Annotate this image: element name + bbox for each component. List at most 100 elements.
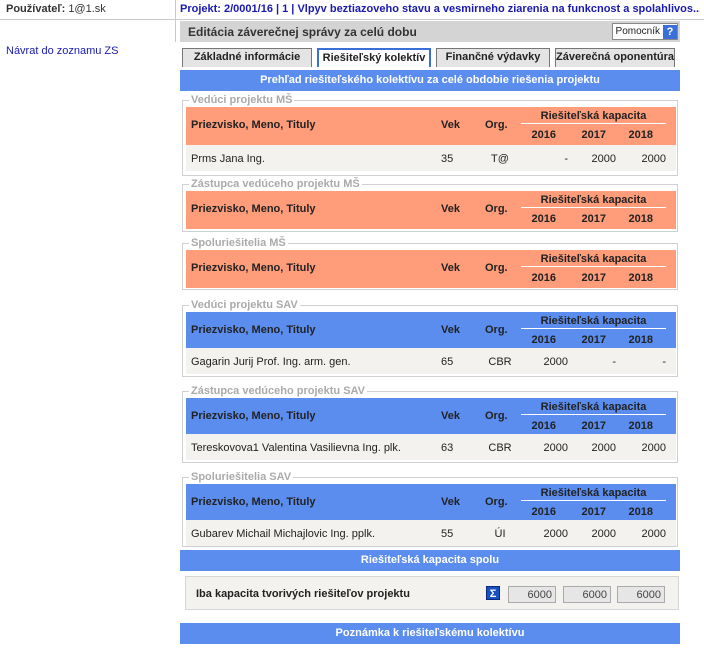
col-year-2017: 2017: [581, 420, 606, 432]
col-year-2018: 2018: [628, 129, 653, 141]
col-year-2016: 2016: [531, 272, 556, 284]
capacity-2017: 2000: [591, 153, 616, 165]
col-age: Vek: [441, 410, 460, 422]
section-coresearchers-ms: Spoluriešitelia MŠ Priezvisko, Meno, Tit…: [182, 237, 678, 290]
section-leader-sav: Vedúci projektu SAV Priezvisko, Meno, Ti…: [182, 299, 678, 377]
tab-basic-info[interactable]: Základné informácie: [182, 48, 312, 67]
col-year-2017: 2017: [581, 334, 606, 346]
capacity-total-2018[interactable]: [617, 586, 665, 603]
col-year-2018: 2018: [628, 213, 653, 225]
page-title: Editácia záverečnej správy za celú dobu: [188, 25, 417, 39]
col-year-2017: 2017: [581, 506, 606, 518]
capacity-2018: 2000: [641, 528, 666, 540]
col-capacity: Riešiteľská kapacita: [540, 487, 647, 499]
capacity-divider: [521, 500, 666, 501]
table-row[interactable]: Tereskovova1 Valentina Vasilievna Ing. p…: [186, 434, 676, 460]
table-row[interactable]: Prms Jana Ing. 35 T@ - 2000 2000: [186, 145, 676, 171]
back-to-list-link[interactable]: Návrat do zoznamu ZS: [6, 45, 119, 57]
help-button[interactable]: Pomocník ?: [611, 23, 678, 40]
page-title-bar: Editácia záverečnej správy za celú dobu …: [180, 21, 680, 42]
col-year-2016: 2016: [531, 334, 556, 346]
col-year-2017: 2017: [581, 129, 606, 141]
table-header: Priezvisko, Meno, Tituly Vek Org. Riešit…: [186, 484, 676, 522]
capacity-divider: [521, 414, 666, 415]
table-header: Priezvisko, Meno, Tituly Vek Org. Riešit…: [186, 398, 676, 436]
col-year-2016: 2016: [531, 213, 556, 225]
col-capacity: Riešiteľská kapacita: [540, 315, 647, 327]
col-year-2017: 2017: [581, 272, 606, 284]
table-header: Priezvisko, Meno, Tituly Vek Org. Riešit…: [186, 191, 676, 229]
col-org: Org.: [485, 119, 508, 131]
col-capacity: Riešiteľská kapacita: [540, 401, 647, 413]
project-link[interactable]: Projekt: 2/0001/16 | 1 | Vlpyv beztiazov…: [180, 3, 700, 15]
sum-icon[interactable]: Σ: [486, 586, 500, 600]
table-row[interactable]: Gubarev Michail Michajlovic Ing. pplk. 5…: [186, 520, 676, 546]
help-label: Pomocník: [615, 26, 660, 37]
section-legend: Zástupca vedúceho projektu MŠ: [189, 178, 362, 190]
capacity-2017: 2000: [591, 442, 616, 454]
table-header: Priezvisko, Meno, Tituly Vek Org. Riešit…: [186, 312, 676, 350]
col-name: Priezvisko, Meno, Tituly: [191, 324, 316, 336]
tab-bar: Základné informácie Riešiteľský kolektív…: [180, 48, 680, 68]
capacity-2018: 2000: [641, 153, 666, 165]
col-age: Vek: [441, 324, 460, 336]
capacity-total-header: Riešiteľská kapacita spolu: [180, 550, 680, 571]
capacity-2016: 2000: [543, 528, 568, 540]
col-age: Vek: [441, 262, 460, 274]
section-deputy-sav: Zástupca vedúceho projektu SAV Priezvisk…: [182, 385, 678, 463]
tab-final-review[interactable]: Záverečná oponentúra: [555, 48, 675, 67]
col-age: Vek: [441, 496, 460, 508]
tab-research-team[interactable]: Riešiteľský kolektív: [317, 48, 431, 67]
table-header: Priezvisko, Meno, Tituly Vek Org. Riešit…: [186, 250, 676, 288]
capacity-total-2016[interactable]: [508, 586, 556, 603]
member-org: CBR: [488, 356, 512, 368]
col-name: Priezvisko, Meno, Tituly: [191, 119, 316, 131]
member-age: 35: [441, 153, 454, 165]
capacity-divider: [521, 328, 666, 329]
capacity-2018: 2000: [641, 442, 666, 454]
member-name: Prms Jana Ing.: [191, 153, 265, 165]
col-year-2018: 2018: [628, 334, 653, 346]
member-age: 55: [441, 528, 454, 540]
capacity-total-2017[interactable]: [563, 586, 611, 603]
member-name: Tereskovova1 Valentina Vasilievna Ing. p…: [191, 442, 401, 454]
col-year-2016: 2016: [531, 420, 556, 432]
member-org: ÚI: [494, 528, 506, 540]
top-bar: Používateľ: 1@1.sk Projekt: 2/0001/16 | …: [0, 0, 704, 20]
capacity-2016: -: [564, 153, 568, 165]
user-label: Používateľ:: [6, 3, 66, 15]
capacity-divider: [521, 207, 666, 208]
section-legend: Spoluriešitelia MŠ: [189, 237, 288, 249]
capacity-2017: 2000: [591, 528, 616, 540]
section-legend: Spoluriešitelia SAV: [189, 471, 294, 483]
col-name: Priezvisko, Meno, Tituly: [191, 203, 316, 215]
user-value: 1@1.sk: [68, 3, 106, 15]
col-age: Vek: [441, 119, 460, 131]
section-coresearchers-sav: Spoluriešitelia SAV Priezvisko, Meno, Ti…: [182, 471, 678, 547]
section-deputy-ms: Zástupca vedúceho projektu MŠ Priezvisko…: [182, 178, 678, 232]
user-info: Používateľ: 1@1.sk: [6, 3, 106, 15]
capacity-2016: 2000: [543, 356, 568, 368]
table-header: Priezvisko, Meno, Tituly Vek Org. Riešit…: [186, 107, 676, 145]
capacity-total-panel: Iba kapacita tvorivých riešiteľov projek…: [185, 576, 679, 610]
member-org: T@: [491, 153, 509, 165]
section-legend: Zástupca vedúceho projektu SAV: [189, 385, 368, 397]
section-leader-ms: Vedúci projektu MŠ Priezvisko, Meno, Tit…: [182, 94, 678, 176]
col-name: Priezvisko, Meno, Tituly: [191, 410, 316, 422]
section-legend: Vedúci projektu MŠ: [189, 94, 295, 106]
col-capacity: Riešiteľská kapacita: [540, 253, 647, 265]
capacity-divider: [521, 266, 666, 267]
col-name: Priezvisko, Meno, Tituly: [191, 496, 316, 508]
member-org: CBR: [488, 442, 512, 454]
col-org: Org.: [485, 203, 508, 215]
col-org: Org.: [485, 496, 508, 508]
col-name: Priezvisko, Meno, Tituly: [191, 262, 316, 274]
member-age: 65: [441, 356, 454, 368]
tab-financial-expenses[interactable]: Finančné výdavky: [436, 48, 550, 67]
section-legend: Vedúci projektu SAV: [189, 299, 300, 311]
table-row[interactable]: Gagarin Jurij Prof. Ing. arm. gen. 65 CB…: [186, 348, 676, 374]
col-year-2018: 2018: [628, 506, 653, 518]
capacity-2016: 2000: [543, 442, 568, 454]
help-icon: ?: [663, 24, 677, 39]
col-org: Org.: [485, 262, 508, 274]
